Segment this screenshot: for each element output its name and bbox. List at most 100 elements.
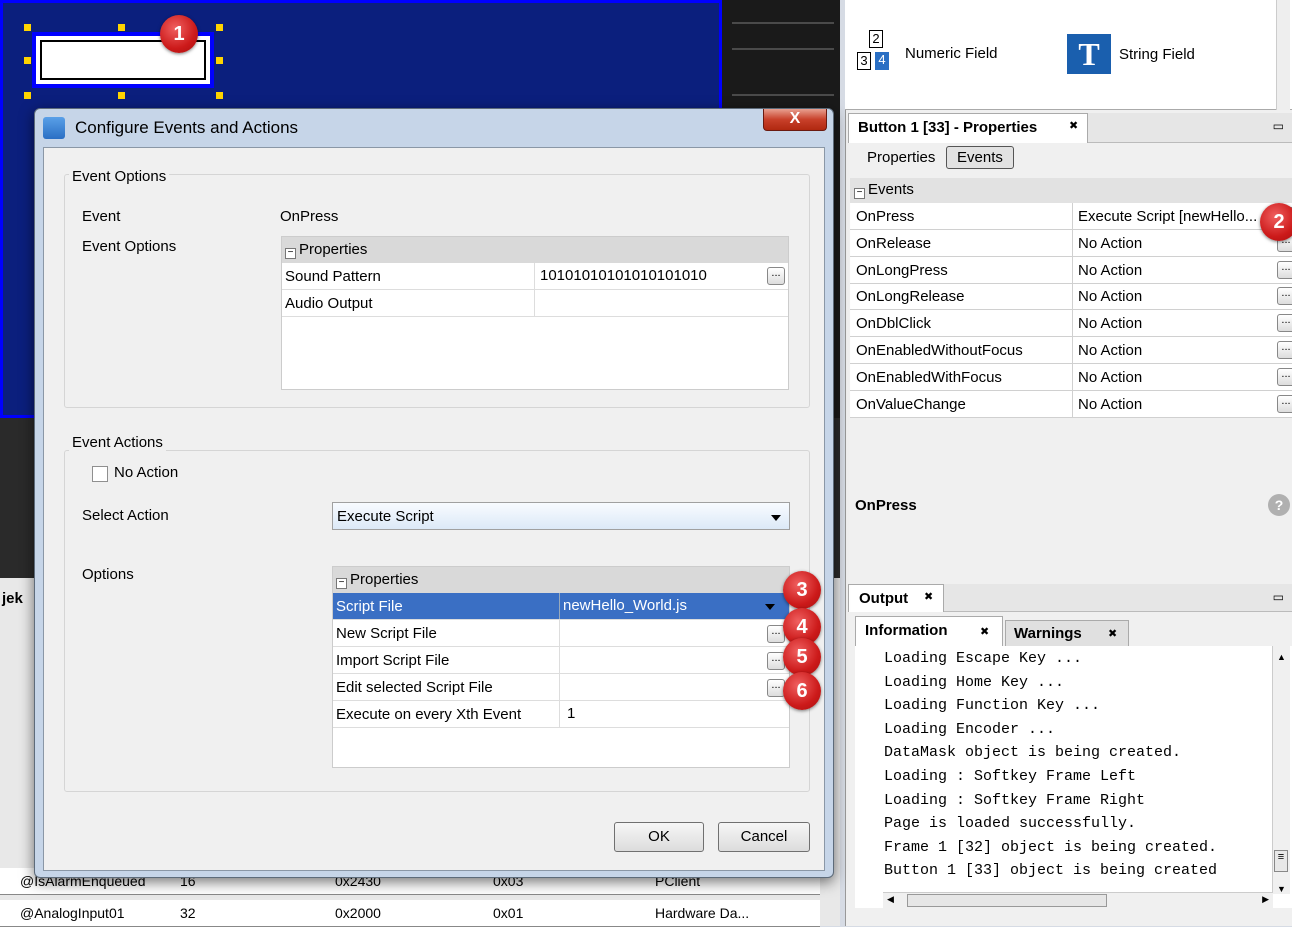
event-action-value: No Action — [1078, 234, 1143, 252]
resize-handle[interactable] — [24, 24, 31, 31]
ok-button[interactable]: OK — [614, 822, 704, 852]
event-edit-button[interactable]: ... — [1277, 287, 1292, 306]
dialog-body: Event Options Event OnPress Event Option… — [43, 147, 825, 871]
resize-handle[interactable] — [216, 57, 223, 64]
event-name: OnValueChange — [856, 395, 966, 413]
event-edit-button[interactable]: ... — [1277, 394, 1292, 413]
event-edit-button[interactable]: ... — [1277, 314, 1292, 333]
properties-tab[interactable]: Button 1 [33] - Properties ✖ — [848, 113, 1088, 143]
event-edit-button[interactable]: ... — [1277, 260, 1292, 279]
close-icon[interactable]: ✖ — [1108, 627, 1117, 640]
close-icon[interactable]: ✖ — [1069, 119, 1078, 132]
options-properties-grid: − Properties Script File newHello_World.j… — [332, 566, 790, 768]
log-line: Page is loaded successfully. — [884, 815, 1137, 833]
events-section-header[interactable]: − Events — [850, 178, 1292, 203]
output-panel-header: Output ✖ ▭ — [848, 584, 1292, 612]
help-icon[interactable]: ? — [1268, 494, 1290, 516]
event-options-label: Event Options — [82, 238, 177, 255]
output-horizontal-scrollbar[interactable]: ◀ ▶ — [883, 892, 1273, 908]
output-vertical-scrollbar[interactable]: ▲ ▼ ≡ — [1272, 646, 1290, 894]
event-row[interactable]: OnRelease No Action... — [850, 229, 1292, 257]
event-actions-group-label: Event Actions — [69, 434, 166, 451]
callout-badge-6: 6 — [783, 672, 821, 710]
event-action-value: No Action — [1078, 368, 1143, 386]
scroll-right-icon: ▶ — [1262, 894, 1269, 904]
event-name: OnPress — [856, 208, 915, 225]
event-name: OnDblClick — [856, 315, 932, 333]
edit-script-file-row[interactable]: Edit selected Script File ... — [333, 674, 789, 701]
event-action-value: No Action — [1078, 395, 1143, 413]
resize-handle[interactable] — [216, 24, 223, 31]
sound-pattern-browse-button[interactable]: ... — [767, 267, 785, 285]
event-name: OnLongPress — [856, 261, 948, 279]
select-action-label: Select Action — [82, 507, 169, 524]
log-line: Loading : Softkey Frame Left — [884, 768, 1137, 785]
log-line: Loading Escape Key ... — [884, 650, 1083, 667]
event-properties-header[interactable]: − Properties — [282, 237, 788, 263]
sound-pattern-row[interactable]: Sound Pattern 10101010101010101010 ... — [282, 263, 788, 290]
cancel-button[interactable]: Cancel — [718, 822, 810, 852]
scroll-thumb — [907, 894, 1107, 907]
minimize-icon[interactable]: ▭ — [1273, 590, 1284, 604]
collapse-icon: − — [285, 248, 296, 259]
event-row[interactable]: OnEnabledWithoutFocus No Action... — [850, 337, 1292, 364]
resize-handle[interactable] — [118, 92, 125, 99]
no-action-label: No Action — [114, 464, 179, 481]
event-options-group-label: Event Options — [69, 168, 170, 185]
event-name: OnEnabledWithFocus — [856, 368, 1002, 386]
object-palette: 2 3 4 Numeric Field T String Field — [845, 0, 1292, 110]
new-script-file-row[interactable]: New Script File ... — [333, 620, 789, 647]
event-action-value: Execute Script [newHello... — [1078, 208, 1258, 225]
tab-events[interactable]: Events — [946, 146, 1014, 169]
resize-handle[interactable] — [118, 24, 125, 31]
event-row[interactable]: OnPressExecute Script [newHello...... — [850, 203, 1292, 230]
output-tab[interactable]: Output ✖ — [848, 584, 944, 612]
audio-output-row[interactable]: Audio Output — [282, 290, 788, 317]
execute-every-xth-row[interactable]: Execute on every Xth Event 1 — [333, 701, 789, 728]
import-script-file-row[interactable]: Import Script File ... — [333, 647, 789, 674]
event-name: OnEnabledWithoutFocus — [856, 342, 1023, 359]
close-icon[interactable]: ✖ — [980, 625, 989, 638]
options-label: Options — [82, 566, 134, 583]
event-row[interactable]: OnValueChange No Action... — [850, 390, 1292, 418]
app-icon — [43, 117, 65, 139]
palette-scrollbar[interactable] — [1276, 0, 1290, 110]
event-properties-grid: − Properties Sound Pattern 10101010101010… — [281, 236, 789, 390]
options-properties-header[interactable]: − Properties — [333, 567, 789, 593]
script-file-row[interactable]: Script File newHello_World.js — [333, 593, 789, 620]
event-name: OnLongRelease — [856, 288, 965, 306]
close-icon[interactable]: ✖ — [924, 590, 933, 603]
events-property-grid: − Events OnPress Execute Script [newHello.… — [850, 178, 1292, 418]
callout-badge-2: 2 — [1260, 203, 1292, 241]
event-row[interactable]: OnEnabledWithFocus No Action... — [850, 363, 1292, 391]
close-button[interactable]: X — [763, 109, 827, 131]
output-log: Loading Escape Key ... Loading Home Key .… — [855, 646, 1292, 908]
select-action-dropdown[interactable]: Execute Script — [332, 502, 790, 530]
tab-warnings[interactable]: Warnings ✖ — [1005, 620, 1129, 646]
callout-badge-3: 3 — [783, 571, 821, 609]
event-row[interactable]: OnLongPress No Action... — [850, 256, 1292, 284]
event-edit-button[interactable]: ... — [1277, 367, 1292, 386]
event-row[interactable]: OnDblClick No Action... — [850, 310, 1292, 338]
dialog-title: Configure Events and Actions — [75, 118, 299, 137]
string-field-tool[interactable]: T String Field — [1067, 34, 1195, 74]
resize-handle[interactable] — [24, 92, 31, 99]
scroll-thumb: ≡ — [1274, 850, 1288, 872]
event-value: OnPress — [280, 208, 339, 225]
scroll-up-icon: ▲ — [1277, 652, 1286, 662]
minimize-icon[interactable]: ▭ — [1273, 119, 1284, 133]
tab-properties[interactable]: Properties — [857, 147, 945, 168]
event-action-value: No Action — [1078, 261, 1143, 279]
event-edit-button[interactable]: ... — [1277, 341, 1292, 359]
dialog-titlebar[interactable]: Configure Events and Actions X — [35, 109, 833, 147]
no-action-checkbox[interactable] — [92, 466, 108, 482]
tab-information[interactable]: Information ✖ — [855, 616, 1003, 646]
table-row[interactable]: @AnalogInput01 32 0x2000 0x01 Hardware D… — [0, 900, 820, 927]
configure-events-dialog: Configure Events and Actions X Event Opt… — [34, 108, 834, 878]
chevron-down-icon — [771, 515, 781, 521]
resize-handle[interactable] — [24, 57, 31, 64]
resize-handle[interactable] — [216, 92, 223, 99]
scroll-down-icon: ▼ — [1277, 884, 1286, 894]
event-row[interactable]: OnLongRelease No Action... — [850, 283, 1292, 311]
numeric-field-tool[interactable]: 2 3 4 Numeric Field — [857, 30, 998, 76]
